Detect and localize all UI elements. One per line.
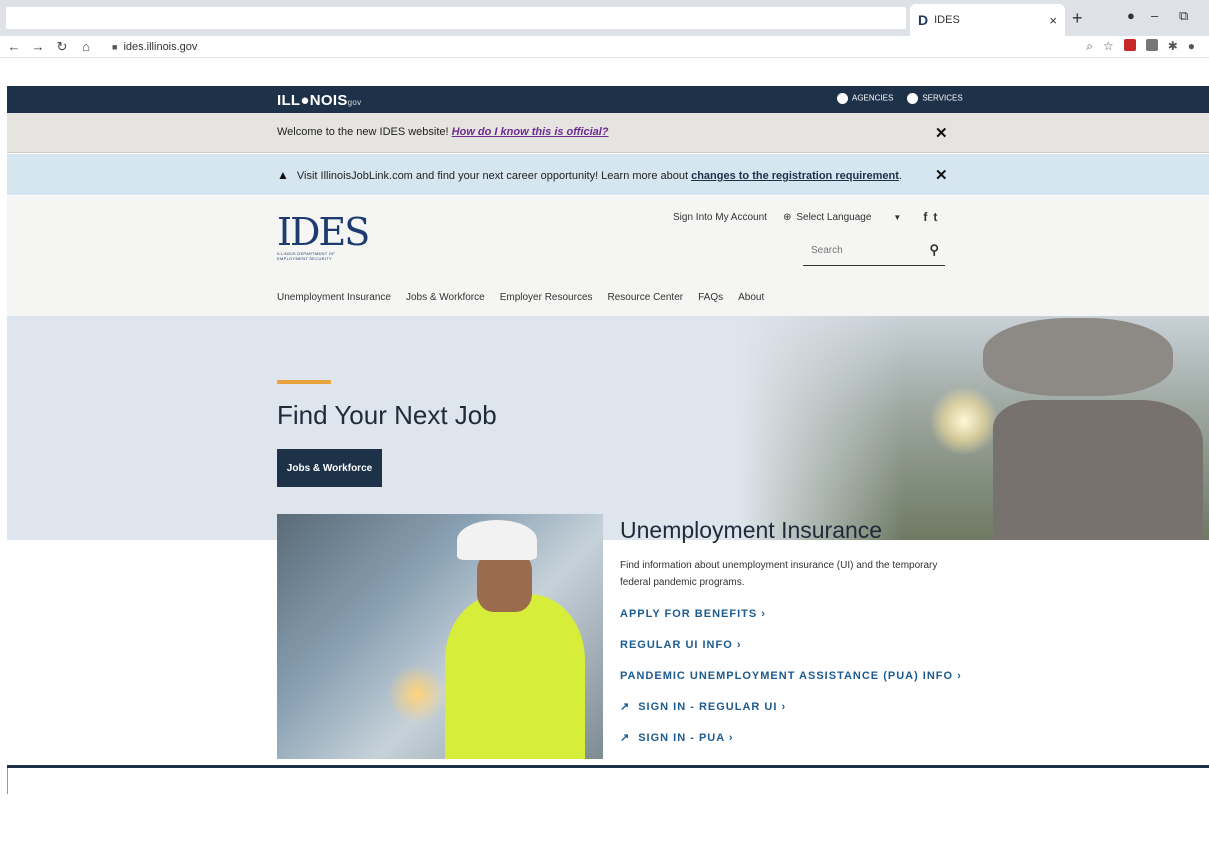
search-input[interactable] xyxy=(803,236,913,264)
hero-landscape-image xyxy=(739,316,1209,540)
safety-vest xyxy=(445,594,585,759)
select-language[interactable]: Select Language xyxy=(796,212,871,223)
hard-hat xyxy=(457,520,537,560)
nav-faqs[interactable]: FAQs xyxy=(698,292,723,303)
ui-section-description: Find information about unemployment insu… xyxy=(620,560,938,588)
search-box: ⚲ xyxy=(803,236,945,266)
nav-jobs-workforce[interactable]: Jobs & Workforce xyxy=(406,292,485,303)
illinois-logo[interactable]: ILL●NOISgov xyxy=(277,92,361,109)
globe-icon: ⊕ xyxy=(782,211,792,223)
browser-toolbar: ← → ↻ ⌂ ■ ides.illinois.gov ⌕ ☆ ✱ ● xyxy=(0,36,1209,58)
worker-face xyxy=(477,552,532,612)
alert-text: ▲ Visit IllinoisJobLink.com and find your… xyxy=(277,168,902,182)
bottom-divider xyxy=(7,765,1209,768)
illinois-gov-bar: ILL●NOISgov AGENCIES SERVICES xyxy=(7,86,1209,113)
rock-top xyxy=(983,318,1173,396)
external-link-icon: ↗ xyxy=(620,701,631,713)
lock-icon: ■ xyxy=(112,41,118,52)
welcome-text: Welcome to the new IDES website! How do … xyxy=(277,126,609,138)
extension-icon[interactable] xyxy=(1145,39,1158,51)
illinois-logo-suffix: gov xyxy=(347,98,362,107)
ides-logo-text: IDES xyxy=(277,210,370,254)
official-link[interactable]: How do I know this is official? xyxy=(452,126,609,138)
pdf-extension-icon[interactable] xyxy=(1123,39,1136,51)
nav-about[interactable]: About xyxy=(738,292,764,303)
toolbar-extensions: ⌕ ☆ ✱ ● xyxy=(1086,39,1195,54)
utility-links: Sign Into My Account ⊕ Select Language ▼… xyxy=(673,210,937,224)
bottom-edge xyxy=(7,768,8,794)
sun-glow xyxy=(929,386,999,456)
agencies-icon xyxy=(837,93,848,104)
caret-down-icon[interactable]: ▼ xyxy=(893,213,901,222)
ides-logo[interactable]: IDES ILLINOIS DEPARTMENT OF EMPLOYMENT S… xyxy=(277,210,370,261)
jobs-workforce-button[interactable]: Jobs & Workforce xyxy=(277,449,382,487)
search-icon[interactable]: ⚲ xyxy=(929,242,939,258)
browser-tabstrip: D IDES × + ● – ⧉ xyxy=(0,0,1209,36)
rock-base xyxy=(993,400,1203,540)
puzzle-extensions-icon[interactable]: ✱ xyxy=(1168,39,1178,54)
services-link[interactable]: SERVICES xyxy=(907,93,963,104)
address-bar[interactable]: ■ ides.illinois.gov xyxy=(112,41,197,53)
welcome-banner: Welcome to the new IDES website! How do … xyxy=(7,113,1209,153)
agencies-link[interactable]: AGENCIES xyxy=(837,93,893,104)
page-content: ILL●NOISgov AGENCIES SERVICES Welcome to… xyxy=(0,58,1209,852)
illinois-links: AGENCIES SERVICES xyxy=(837,93,963,104)
url-text: ides.illinois.gov xyxy=(123,40,198,53)
hero-banner: Find Your Next Job Jobs & Workforce xyxy=(7,316,1209,540)
nav-resource-center[interactable]: Resource Center xyxy=(608,292,684,303)
forward-arrow-icon[interactable]: → xyxy=(28,39,48,54)
home-icon[interactable]: ⌂ xyxy=(76,39,96,54)
twitter-icon[interactable]: t xyxy=(933,210,937,224)
pua-info-link[interactable]: PANDEMIC UNEMPLOYMENT ASSISTANCE (PUA) I… xyxy=(620,670,962,682)
worker-image xyxy=(277,514,603,759)
zoom-icon[interactable]: ⌕ xyxy=(1086,39,1093,54)
close-alert-icon[interactable]: ✕ xyxy=(935,166,948,184)
sign-in-link[interactable]: Sign Into My Account xyxy=(673,212,767,223)
profile-avatar-icon[interactable]: ● xyxy=(1188,39,1195,54)
back-arrow-icon[interactable]: ← xyxy=(4,39,24,54)
hero-accent-line xyxy=(277,380,331,384)
bookmark-star-icon[interactable]: ☆ xyxy=(1103,39,1114,54)
profile-icon[interactable]: ● xyxy=(1127,8,1135,23)
registration-link[interactable]: changes to the registration requirement xyxy=(691,170,899,182)
reload-icon[interactable]: ↻ xyxy=(52,39,72,55)
hero-title: Find Your Next Job xyxy=(277,400,497,430)
tab-title: IDES xyxy=(934,14,960,26)
ui-section-title: Unemployment Insurance xyxy=(620,517,883,543)
regular-ui-info-link[interactable]: REGULAR UI INFO › xyxy=(620,639,742,651)
nav-employer-resources[interactable]: Employer Resources xyxy=(500,292,593,303)
ides-favicon-icon: D xyxy=(918,12,929,28)
services-icon xyxy=(907,93,919,104)
apply-for-benefits-link[interactable]: APPLY FOR BENEFITS › xyxy=(620,608,766,620)
site-header: IDES ILLINOIS DEPARTMENT OF EMPLOYMENT S… xyxy=(7,196,1209,316)
nav-unemployment-insurance[interactable]: Unemployment Insurance xyxy=(277,292,391,303)
new-tab-button[interactable]: + xyxy=(1072,8,1083,29)
sparks xyxy=(387,664,447,724)
facebook-icon[interactable]: f xyxy=(923,210,927,224)
close-welcome-icon[interactable]: ✕ xyxy=(935,124,948,142)
warning-icon: ▲ xyxy=(277,168,289,182)
restore-button[interactable]: ⧉ xyxy=(1179,8,1188,24)
alert-banner: ▲ Visit IllinoisJobLink.com and find your… xyxy=(7,154,1209,195)
minimize-button[interactable]: – xyxy=(1151,8,1158,23)
close-tab-button[interactable]: × xyxy=(1049,13,1057,28)
browser-tab[interactable]: D IDES × xyxy=(910,4,1065,36)
sign-in-regular-ui-link[interactable]: ↗ SIGN IN - REGULAR UI › xyxy=(620,700,786,713)
external-link-icon: ↗ xyxy=(620,732,631,744)
main-nav: Unemployment Insurance Jobs & Workforce … xyxy=(277,292,764,303)
sign-in-pua-link[interactable]: ↗ SIGN IN - PUA › xyxy=(620,731,733,744)
blank-tab-area xyxy=(6,7,906,29)
